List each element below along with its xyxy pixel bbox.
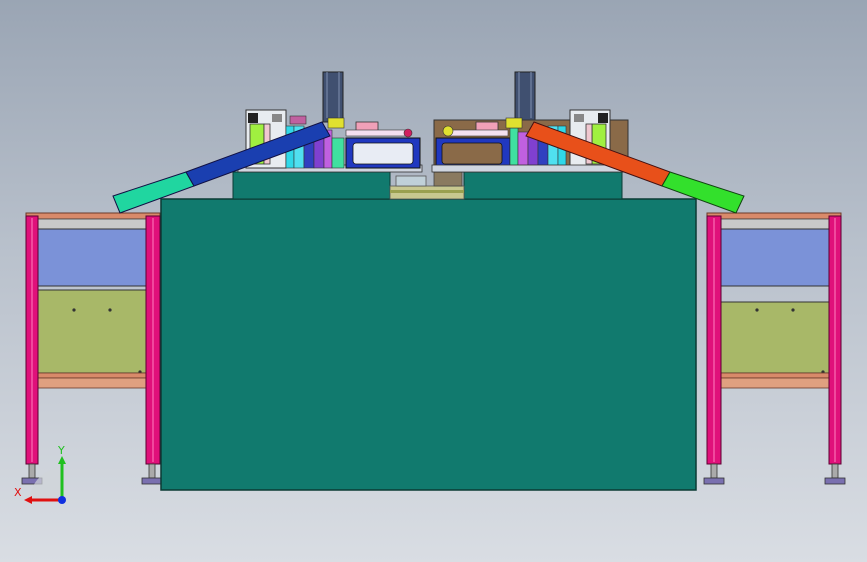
- left-panel-screw: [108, 308, 112, 312]
- right-magazine: [514, 71, 536, 123]
- xyz-triad-icon[interactable]: X Y: [14, 444, 66, 504]
- left-frame-top-bar: [37, 218, 147, 230]
- left-side-frame[interactable]: [21, 212, 163, 485]
- assembly-drawing: X Y: [14, 71, 846, 504]
- main-machine-body[interactable]: [160, 198, 697, 491]
- right-blue-panel: [720, 228, 830, 287]
- z-axis-dot: [58, 496, 66, 504]
- right-side-frame[interactable]: [703, 212, 846, 485]
- leveling-foot: [824, 477, 846, 485]
- right-frame-top-bar: [720, 218, 830, 230]
- left-frame-bottom-rail: [37, 372, 147, 379]
- left-frame-bottom-rail: [37, 377, 147, 389]
- cad-viewport[interactable]: X Y: [0, 0, 867, 562]
- left-top-platform: [232, 171, 391, 200]
- left-frame-top-rail: [25, 212, 161, 220]
- left-blue-panel: [37, 228, 147, 287]
- leveling-foot: [703, 477, 725, 485]
- right-top-platform: [463, 171, 623, 200]
- x-axis-label: X: [14, 486, 22, 499]
- right-olive-panel: [720, 301, 830, 374]
- left-panel-screw: [72, 308, 76, 312]
- y-axis-label: Y: [57, 444, 65, 457]
- right-frame-top-rail: [706, 212, 842, 220]
- left-magazine: [322, 71, 344, 123]
- leveling-foot: [141, 477, 163, 485]
- left-olive-panel: [37, 289, 147, 374]
